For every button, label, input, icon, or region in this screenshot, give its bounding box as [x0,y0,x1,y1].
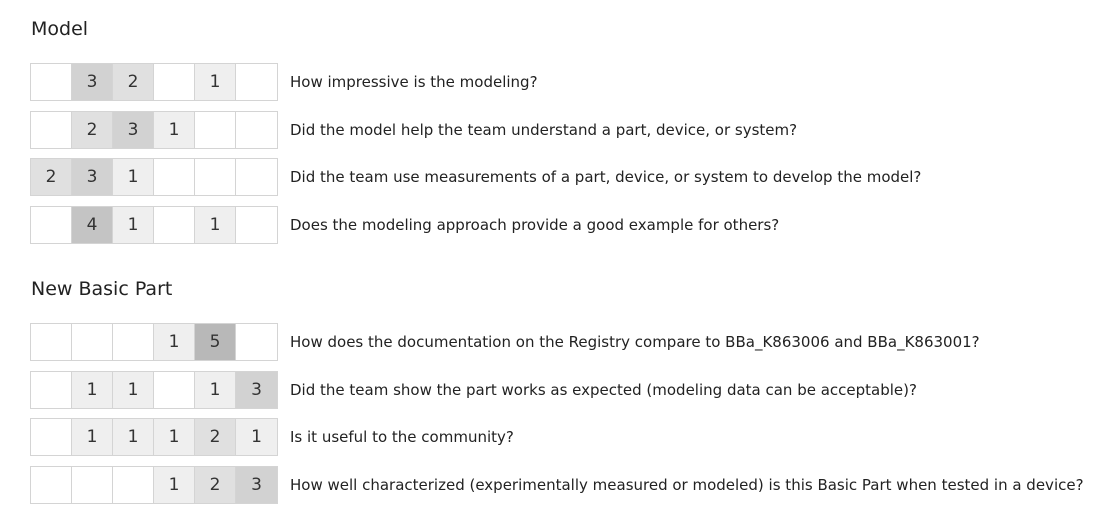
rating-cell: 1 [72,419,113,455]
rating-cells: 1 1 1 3 [30,371,278,409]
rating-cell: 1 [195,207,236,243]
rating-cell: 1 [195,372,236,408]
rating-cell: 3 [72,64,113,100]
rating-cell: 3 [236,372,277,408]
rating-cell: 1 [236,419,277,455]
section-title-new-basic-part: New Basic Part [31,278,173,300]
question-text: How well characterized (experimentally m… [290,476,1084,494]
rating-cell [236,112,277,148]
question-text: Did the model help the team understand a… [290,121,798,139]
rating-cell: 1 [113,207,154,243]
rating-cell: 1 [113,372,154,408]
section-title-model: Model [31,18,89,40]
rating-cell: 1 [195,64,236,100]
rating-cell: 5 [195,324,236,360]
question-text: Does the modeling approach provide a goo… [290,216,780,234]
rating-cell [236,159,277,195]
rating-cell: 1 [113,159,154,195]
rating-cell: 4 [72,207,113,243]
rating-cell [236,207,277,243]
rating-cell: 1 [154,112,195,148]
rating-cell [31,372,72,408]
rating-cell [154,159,195,195]
rating-cells: 2 3 1 [30,158,278,196]
rating-cell: 3 [113,112,154,148]
rating-cells: 2 3 1 [30,111,278,149]
rating-cell [236,324,277,360]
question-text: Did the team show the part works as expe… [290,381,917,399]
rating-cell: 2 [195,467,236,503]
rating-cell [195,159,236,195]
rating-cell: 1 [113,419,154,455]
rating-cell [31,324,72,360]
rating-cell: 1 [154,467,195,503]
rating-cell [31,207,72,243]
rating-cell [154,64,195,100]
rating-cells: 3 2 1 [30,63,278,101]
rating-cell: 3 [236,467,277,503]
rating-cell: 1 [72,372,113,408]
rating-cell [195,112,236,148]
rating-cell [31,112,72,148]
rating-cell [113,467,154,503]
rating-cell: 1 [154,324,195,360]
question-text: How does the documentation on the Regist… [290,333,980,351]
rating-cell [72,324,113,360]
rating-cell [31,467,72,503]
rating-cell [113,324,154,360]
question-text: Did the team use measurements of a part,… [290,168,922,186]
rating-cells: 1 2 3 [30,466,278,504]
rating-cells: 1 5 [30,323,278,361]
rating-cell: 2 [113,64,154,100]
rating-cell: 2 [72,112,113,148]
rating-cell: 3 [72,159,113,195]
rating-cell [154,372,195,408]
rating-cell: 2 [31,159,72,195]
rating-cell: 2 [195,419,236,455]
rating-cell: 1 [154,419,195,455]
rating-cell [236,64,277,100]
rating-cells: 4 1 1 [30,206,278,244]
question-text: How impressive is the modeling? [290,73,538,91]
rating-cells: 1 1 1 2 1 [30,418,278,456]
rating-cell [31,419,72,455]
rating-cell [154,207,195,243]
rating-cell [31,64,72,100]
question-text: Is it useful to the community? [290,428,514,446]
rating-cell [72,467,113,503]
